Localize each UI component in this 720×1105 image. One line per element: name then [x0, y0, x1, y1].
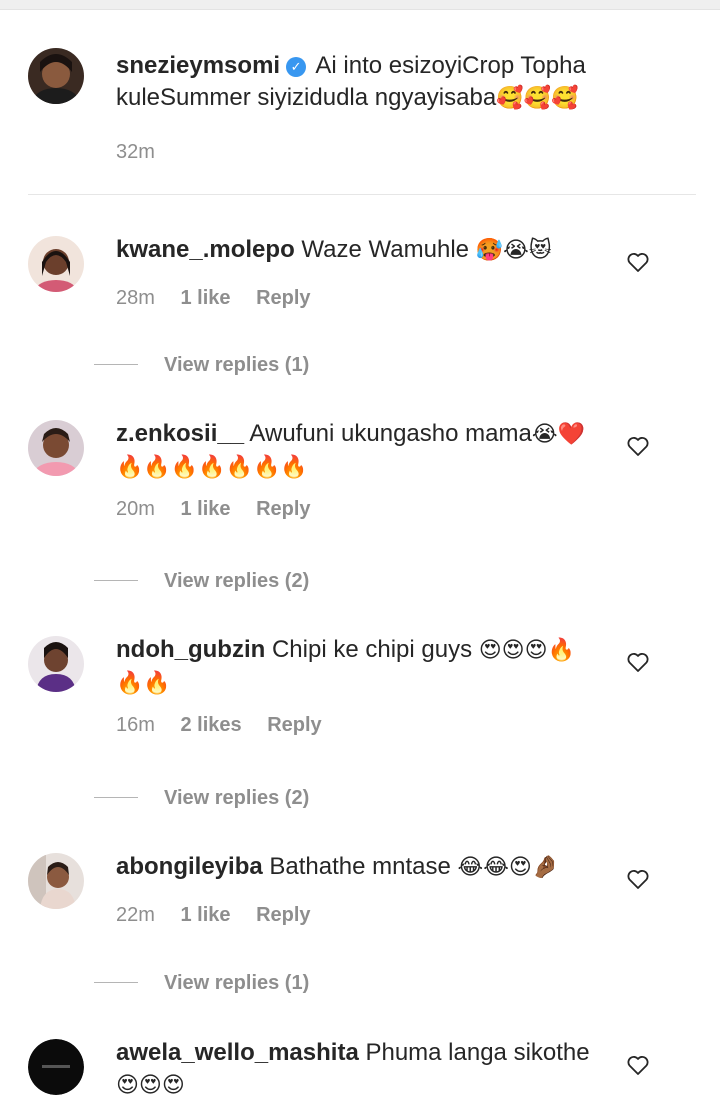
comment-text: Chipi ke chipi guys — [271, 636, 473, 663]
timestamp: 28m — [116, 287, 155, 309]
reply-button[interactable]: Reply — [256, 498, 310, 520]
heart-outline-icon[interactable] — [626, 250, 650, 274]
comment-text: Bathathe mntase — [269, 853, 451, 880]
avatar[interactable] — [28, 853, 84, 909]
divider — [28, 194, 696, 195]
avatar[interactable] — [28, 48, 84, 104]
username[interactable]: abongileyiba — [116, 853, 263, 880]
view-replies-button[interactable]: View replies (1) — [94, 354, 309, 377]
username[interactable]: awela_wello_mashita — [116, 1039, 359, 1066]
reply-button[interactable]: Reply — [267, 714, 321, 736]
view-replies-label: View replies (1) — [164, 972, 310, 994]
likes-count[interactable]: 1 like — [180, 498, 230, 520]
comment-emojis-line-2: 🔥🔥🔥🔥🔥🔥🔥 — [116, 455, 308, 480]
heart-outline-icon[interactable] — [626, 434, 650, 458]
avatar[interactable] — [28, 1039, 84, 1095]
comment-text: Awufuni ukungasho mama — [249, 420, 532, 447]
comment-text: Waze Wamuhle — [301, 236, 470, 263]
divider — [94, 580, 138, 581]
reply-button[interactable]: Reply — [256, 287, 310, 309]
divider — [94, 364, 138, 365]
status-strip — [0, 0, 720, 10]
caption-emojis: 🥰🥰🥰 — [496, 86, 579, 111]
timestamp: 32m — [116, 141, 155, 163]
verified-badge-icon: ✓ — [286, 57, 307, 77]
comment-emojis: 😍😍😍🔥 — [478, 638, 575, 663]
likes-count[interactable]: 1 like — [180, 904, 230, 926]
view-replies-label: View replies (2) — [164, 570, 310, 592]
heart-outline-icon[interactable] — [626, 1053, 650, 1077]
username[interactable]: ndoh_gubzin — [116, 636, 265, 663]
reply-button[interactable]: Reply — [256, 904, 310, 926]
heart-outline-icon[interactable] — [626, 867, 650, 891]
view-replies-label: View replies (1) — [164, 354, 310, 376]
comment-emojis: 😭❤️ — [531, 422, 585, 447]
view-replies-button[interactable]: View replies (1) — [94, 972, 309, 995]
view-replies-button[interactable]: View replies (2) — [94, 787, 309, 810]
view-replies-button[interactable]: View replies (2) — [94, 570, 309, 593]
avatar[interactable] — [28, 636, 84, 692]
username[interactable]: snezieymsomi — [116, 52, 280, 79]
comment-emojis-line-2: 🔥🔥 — [116, 671, 171, 696]
username[interactable]: z.enkosii__ — [116, 420, 244, 447]
heart-outline-icon[interactable] — [626, 650, 650, 674]
view-replies-label: View replies (2) — [164, 787, 310, 809]
avatar[interactable] — [28, 420, 84, 476]
likes-count[interactable]: 2 likes — [180, 714, 241, 736]
timestamp: 20m — [116, 498, 155, 520]
divider — [94, 982, 138, 983]
likes-count[interactable]: 1 like — [180, 287, 230, 309]
timestamp: 16m — [116, 714, 155, 736]
comment-emojis-line-2: 😍😍😍 — [116, 1073, 185, 1098]
username[interactable]: kwane_.molepo — [116, 236, 295, 263]
comment-emojis: 🥵😭😻 — [475, 238, 552, 263]
divider — [94, 797, 138, 798]
comment-emojis: 😂😂😍🤌🏾 — [457, 855, 560, 880]
avatar[interactable] — [28, 236, 84, 292]
comment-text: Phuma langa sikothe — [365, 1039, 590, 1066]
timestamp: 22m — [116, 904, 155, 926]
